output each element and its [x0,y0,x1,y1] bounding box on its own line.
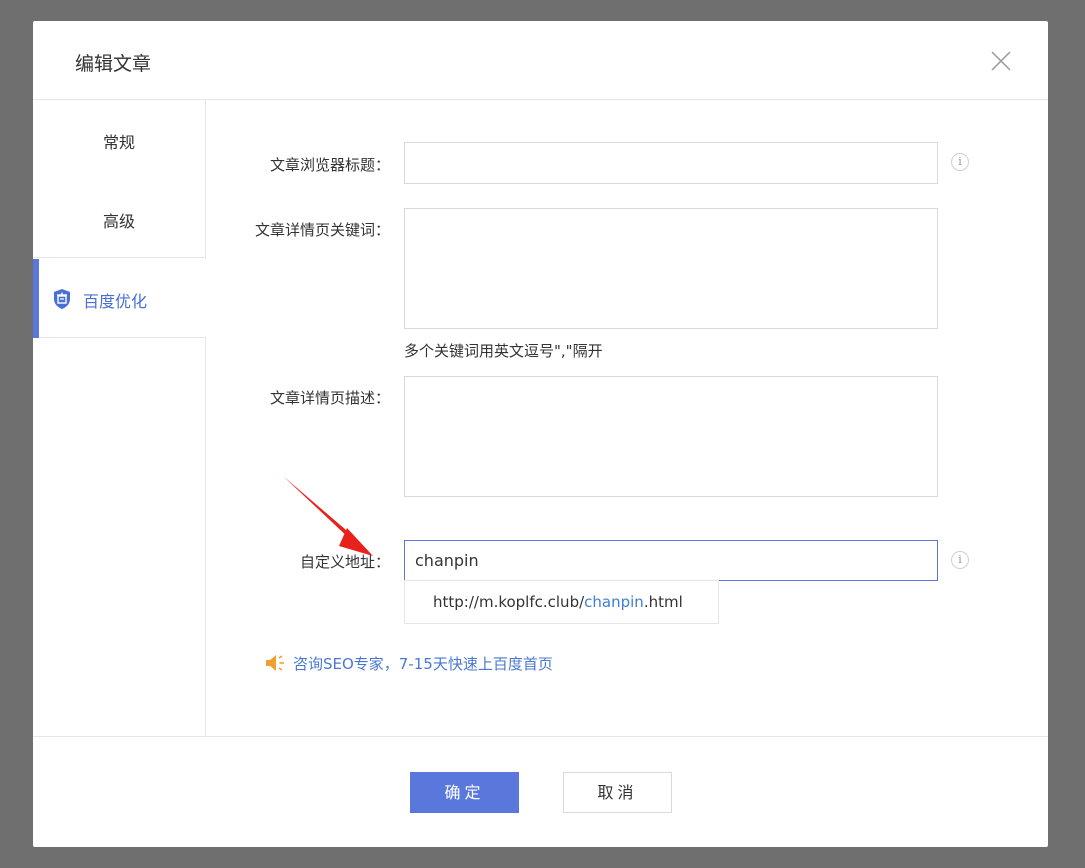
seo-promo-text: 咨询SEO专家，7-15天快速上百度首页 [293,655,553,673]
dialog-footer: 确定 取消 [33,736,1048,848]
custom-url-input[interactable] [404,540,938,581]
tab-baidu-seo-label: 百度优化 [83,292,148,311]
keywords-hint: 多个关键词用英文逗号","隔开 [404,342,603,360]
description-label: 文章详情页描述： [269,389,390,407]
tab-baidu-seo[interactable]: 百度优化 [33,259,206,338]
sidebar: 常规 高级 百度优化 [33,100,206,736]
speaker-icon [266,655,284,671]
cancel-button[interactable]: 取消 [563,772,672,813]
url-preview-suffix: .html [643,593,683,611]
close-button[interactable] [990,50,1012,72]
dialog-title: 编辑文章 [75,53,152,75]
confirm-button[interactable]: 确定 [410,772,519,813]
browser-title-input[interactable] [404,142,938,184]
tab-advanced-label: 高级 [102,212,135,231]
keywords-textarea[interactable] [404,208,938,329]
tab-general[interactable]: 常规 [33,100,205,179]
url-preview: http://m.koplfc.club/chanpin.html [404,580,719,624]
dialog-header: 编辑文章 [33,21,1048,100]
keywords-label: 文章详情页关键词： [254,221,390,239]
tab-advanced[interactable]: 高级 [33,179,205,258]
browser-title-label: 文章浏览器标题： [269,156,390,174]
description-textarea[interactable] [404,376,938,497]
info-icon[interactable]: i [951,153,969,171]
tab-general-label: 常规 [102,133,135,152]
annotation-arrow-icon [283,476,373,556]
active-tab-indicator [33,259,39,338]
shield-shop-icon [54,289,70,309]
url-preview-slug: chanpin [584,593,644,611]
info-icon[interactable]: i [951,551,969,569]
close-icon [991,51,1011,71]
edit-article-dialog: 编辑文章 常规 高级 百度优化 文章浏览器标题： i 文章详情页关键词： 多个关… [33,21,1048,847]
url-preview-prefix: http://m.koplfc.club/ [433,593,585,611]
